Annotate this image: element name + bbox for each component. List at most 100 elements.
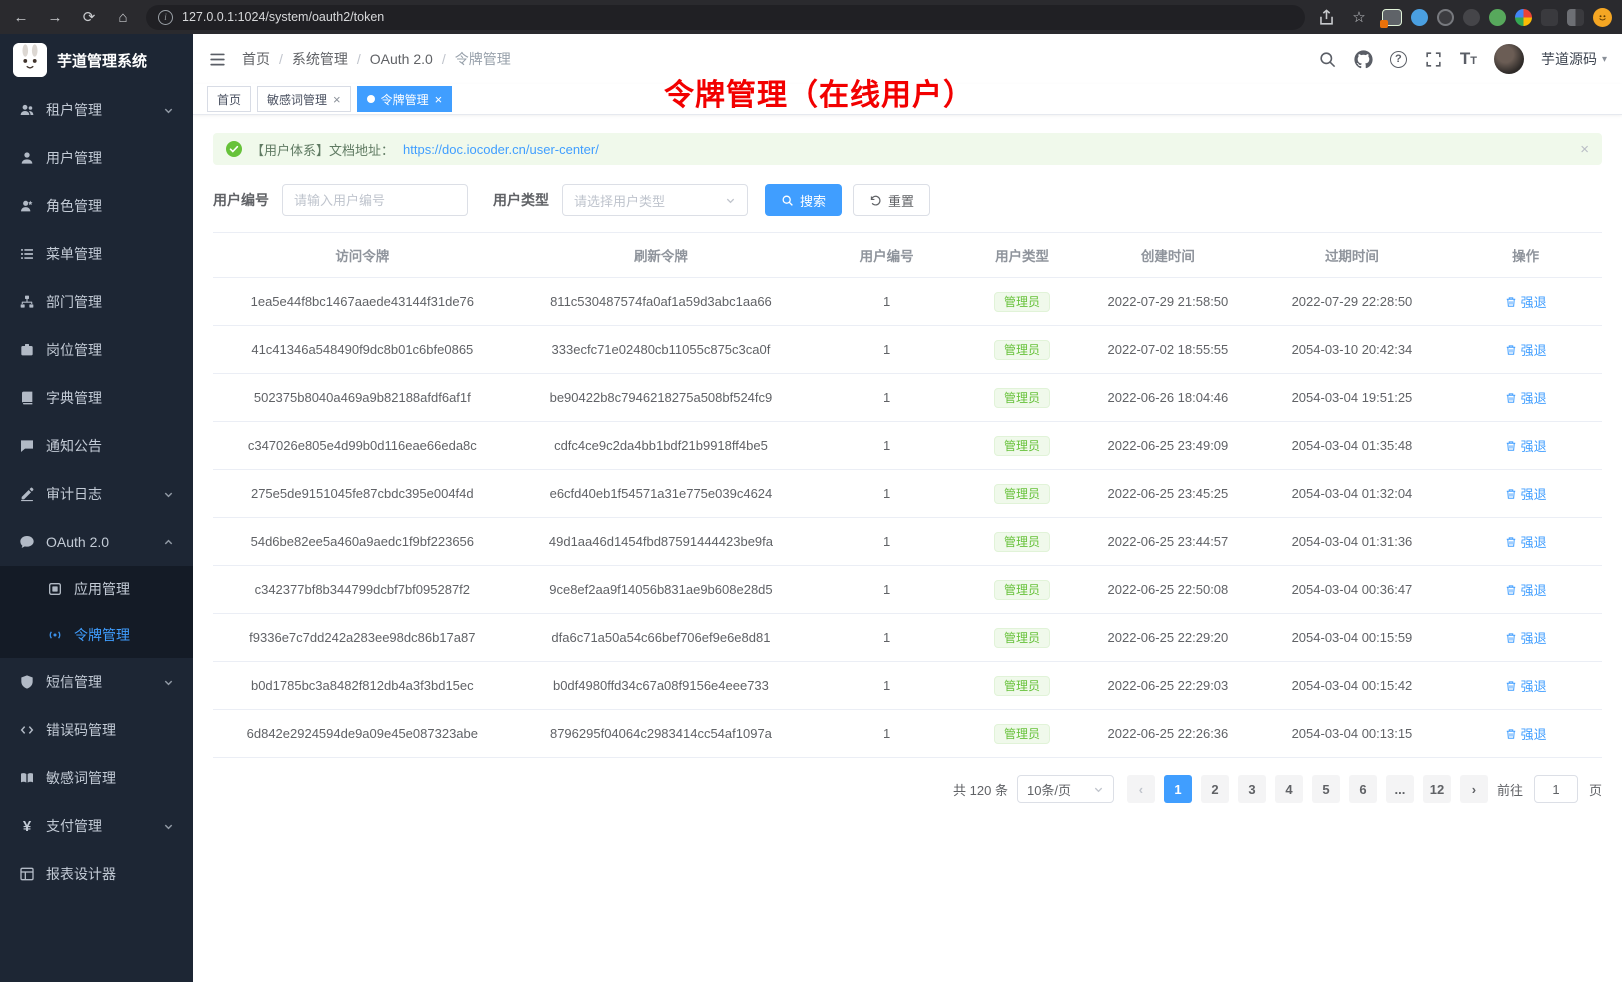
page-button[interactable]: 5 — [1312, 775, 1340, 803]
tab-home[interactable]: 首页 — [207, 86, 251, 112]
app-logo-row[interactable]: 芋道管理系统 — [0, 34, 193, 86]
prev-page-button[interactable]: ‹ — [1127, 775, 1155, 803]
sidebar-item-tenant[interactable]: 租户管理 — [0, 86, 193, 134]
search-icon[interactable] — [1318, 50, 1337, 69]
user-id-input[interactable] — [282, 184, 468, 216]
site-info-icon[interactable]: i — [158, 10, 173, 25]
reset-button[interactable]: 重置 — [853, 184, 930, 216]
force-logout-button[interactable]: 强退 — [1505, 340, 1547, 359]
sidebar-item-error-code[interactable]: 错误码管理 — [0, 706, 193, 754]
browser-profile-avatar[interactable] — [1593, 8, 1612, 27]
extension-icon[interactable] — [1515, 9, 1532, 26]
sidebar-item-post[interactable]: 岗位管理 — [0, 326, 193, 374]
help-icon[interactable]: ? — [1390, 51, 1407, 68]
sidebar-item-sensitive-word[interactable]: 敏感词管理 — [0, 754, 193, 802]
close-icon[interactable]: × — [1580, 141, 1589, 158]
sidebar-collapse-icon[interactable] — [208, 50, 227, 69]
page-button[interactable]: 1 — [1164, 775, 1192, 803]
close-icon[interactable]: × — [435, 93, 443, 106]
page-button[interactable]: 6 — [1349, 775, 1377, 803]
force-logout-button[interactable]: 强退 — [1505, 580, 1547, 599]
browser-reload-button[interactable]: ⟳ — [78, 8, 100, 26]
page-button[interactable]: 2 — [1201, 775, 1229, 803]
tab-sensitive-word[interactable]: 敏感词管理 × — [257, 86, 351, 112]
user-id-cell: 1 — [810, 518, 963, 566]
force-logout-button[interactable]: 强退 — [1505, 724, 1547, 743]
breadcrumb-item[interactable]: 系统管理 — [292, 49, 348, 69]
github-icon[interactable] — [1354, 50, 1373, 69]
id-badge-icon — [19, 342, 35, 358]
edit-icon — [19, 486, 35, 502]
page-ellipsis-button[interactable]: ... — [1386, 775, 1414, 803]
filter-bar: 用户编号 用户类型 请选择用户类型 搜索 重置 — [213, 184, 1602, 216]
browser-back-button[interactable]: ← — [10, 9, 32, 26]
extension-icon[interactable] — [1437, 9, 1454, 26]
extension-icon[interactable] — [1463, 9, 1480, 26]
share-icon[interactable] — [1317, 8, 1336, 27]
force-logout-button[interactable]: 强退 — [1505, 532, 1547, 551]
breadcrumb-item[interactable]: 首页 — [242, 49, 270, 69]
address-bar[interactable]: i 127.0.0.1:1024/system/oauth2/token — [146, 5, 1305, 30]
browser-forward-button[interactable]: → — [44, 9, 66, 26]
sidebar-item-label: 报表设计器 — [46, 864, 116, 884]
force-logout-button[interactable]: 强退 — [1505, 292, 1547, 311]
force-logout-button[interactable]: 强退 — [1505, 484, 1547, 503]
browser-home-button[interactable]: ⌂ — [112, 9, 134, 26]
user-type-badge: 管理员 — [994, 628, 1050, 648]
access-token-cell: c342377bf8b344799dcbf7bf095287f2 — [213, 566, 512, 614]
sidebar-item-oauth2-application[interactable]: 应用管理 — [0, 566, 193, 612]
breadcrumb-separator: / — [357, 51, 361, 67]
sidebar-item-label: 令牌管理 — [74, 625, 130, 645]
sidebar-item-report-designer[interactable]: 报表设计器 — [0, 850, 193, 898]
sidebar-item-oauth2-token[interactable]: 令牌管理 — [0, 612, 193, 658]
alert-text: 【用户体系】文档地址： — [251, 140, 394, 159]
sidebar-item-sms[interactable]: 短信管理 — [0, 658, 193, 706]
force-logout-button[interactable]: 强退 — [1505, 388, 1547, 407]
user-type-badge: 管理员 — [994, 532, 1050, 552]
sidebar-toggle-icon[interactable] — [1567, 9, 1584, 26]
sidebar-item-notice[interactable]: 通知公告 — [0, 422, 193, 470]
extension-icon[interactable] — [1489, 9, 1506, 26]
force-logout-button[interactable]: 强退 — [1505, 628, 1547, 647]
sidebar-item-user[interactable]: 用户管理 — [0, 134, 193, 182]
sidebar-item-dict[interactable]: 字典管理 — [0, 374, 193, 422]
sidebar-item-label: 短信管理 — [46, 672, 102, 692]
sidebar-item-payment[interactable]: ¥ 支付管理 — [0, 802, 193, 850]
font-size-icon[interactable]: TT — [1460, 49, 1477, 69]
column-header: 刷新令牌 — [512, 233, 811, 278]
user-type-select[interactable]: 请选择用户类型 — [562, 184, 748, 216]
user-type-cell: 管理员 — [963, 662, 1081, 710]
user-menu[interactable]: 芋道源码▾ — [1541, 49, 1607, 69]
extension-icon[interactable] — [1411, 9, 1428, 26]
force-logout-button[interactable]: 强退 — [1505, 436, 1547, 455]
extension-icon[interactable] — [1382, 9, 1402, 26]
search-button[interactable]: 搜索 — [765, 184, 842, 216]
sidebar-item-audit-log[interactable]: 审计日志 — [0, 470, 193, 518]
page-jump-input[interactable] — [1534, 775, 1578, 803]
trash-icon — [1505, 296, 1517, 308]
tab-token-active[interactable]: 令牌管理 × — [357, 86, 453, 112]
sidebar-item-menu[interactable]: 菜单管理 — [0, 230, 193, 278]
page-button[interactable]: 3 — [1238, 775, 1266, 803]
force-logout-button[interactable]: 强退 — [1505, 676, 1547, 695]
sidebar-item-role[interactable]: 角色管理 — [0, 182, 193, 230]
user-icon — [19, 150, 35, 166]
page-button[interactable]: 4 — [1275, 775, 1303, 803]
bookmark-star-icon[interactable]: ☆ — [1348, 8, 1370, 26]
created-time-cell: 2022-06-25 22:29:03 — [1081, 662, 1255, 710]
table-row: f9336e7c7dd242a283ee98dc86b17a87 dfa6c71… — [213, 614, 1602, 662]
next-page-button[interactable]: › — [1460, 775, 1488, 803]
sidebar-item-oauth2[interactable]: OAuth 2.0 — [0, 518, 193, 566]
page-button[interactable]: 12 — [1423, 775, 1451, 803]
doc-link[interactable]: https://doc.iocoder.cn/user-center/ — [403, 142, 599, 157]
extension-icon[interactable] — [1541, 9, 1558, 26]
sidebar-item-dept[interactable]: 部门管理 — [0, 278, 193, 326]
page-size-select[interactable]: 10条/页 — [1017, 775, 1114, 803]
tab-label: 令牌管理 — [381, 91, 429, 108]
fullscreen-icon[interactable] — [1424, 50, 1443, 69]
breadcrumb-item[interactable]: OAuth 2.0 — [370, 51, 433, 67]
close-icon[interactable]: × — [333, 93, 341, 106]
breadcrumb-separator: / — [279, 51, 283, 67]
user-avatar[interactable] — [1494, 44, 1524, 74]
created-time-cell: 2022-06-25 22:26:36 — [1081, 710, 1255, 758]
